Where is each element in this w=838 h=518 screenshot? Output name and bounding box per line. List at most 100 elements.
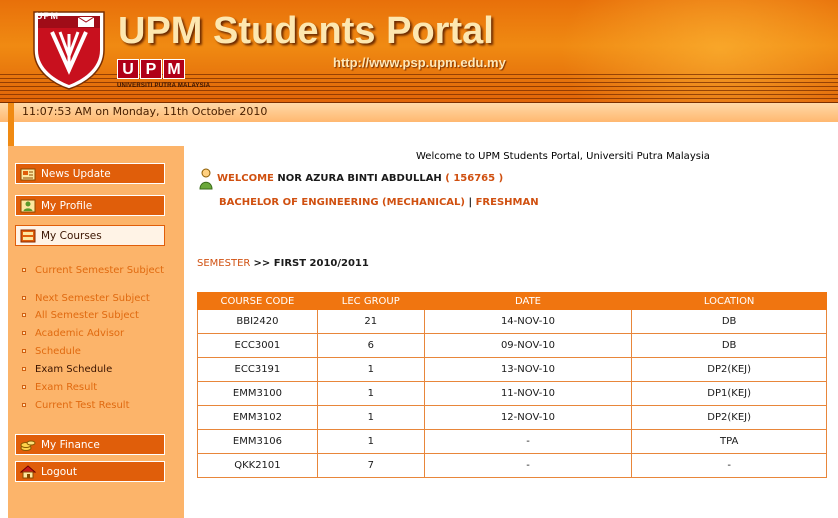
bullet-icon [22,296,26,300]
lec-group-cell: 1 [316,381,425,406]
logo-small-text: UPM [36,11,59,21]
submenu-next-semester-subject[interactable]: Next Semester Subject [20,293,184,307]
date-bar: 11:07:53 AM on Monday, 11th October 2010 [0,102,838,147]
table-row: QKK2101 7 - - [197,453,827,478]
badge-letter: M [163,59,185,79]
welcome-label: WELCOME [217,173,274,184]
submenu-label: Exam Result [35,382,98,393]
my-finance-button[interactable]: My Finance [15,434,165,455]
submenu-label: All Semester Subject [35,310,139,321]
date-cell: - [423,453,633,478]
semester-value: >> FIRST 2010/2011 [253,258,369,269]
logout-button[interactable]: Logout [15,461,165,482]
date-cell: - [423,429,633,454]
lec-group-cell: 6 [316,333,425,358]
semester-line: SEMESTER >> FIRST 2010/2011 [197,258,369,269]
my-profile-button[interactable]: My Profile [15,195,165,216]
welcome-line: WELCOME NOR AZURA BINTI ABDULLAH ( 15676… [217,173,503,184]
bullet-icon [22,385,26,389]
badge-letter: P [140,59,162,79]
table-header-row: COURSE CODE LEC GROUP DATE LOCATION [197,292,827,310]
location-cell: - [631,453,827,478]
bullet-icon [22,367,26,371]
my-courses-label: My Courses [41,229,102,242]
submenu-label: Current Test Result [35,400,130,411]
coins-icon [20,440,36,451]
logout-label: Logout [41,465,77,478]
date-cell: 11-NOV-10 [423,381,633,406]
course-code-cell: ECC3191 [197,357,318,382]
course-code-cell: EMM3100 [197,381,318,406]
table-row: ECC3001 6 09-NOV-10 DB [197,333,827,358]
user-icon [199,168,213,190]
lec-group-cell: 1 [316,429,425,454]
date-cell: 09-NOV-10 [423,333,633,358]
bullet-icon [22,349,26,353]
my-profile-label: My Profile [41,199,93,212]
courses-icon [20,229,36,242]
lec-group-cell: 1 [316,405,425,430]
current-datetime: 11:07:53 AM on Monday, 11th October 2010 [22,105,268,118]
location-cell: DP2(KEJ) [631,405,827,430]
submenu-exam-schedule[interactable]: Exam Schedule [20,364,184,378]
table-row: EMM3100 1 11-NOV-10 DP1(KEJ) [197,381,827,406]
header-stripe [0,90,838,91]
welcome-message: Welcome to UPM Students Portal, Universi… [416,151,710,162]
sidebar: News Update My Profile My Courses Curren… [8,146,184,518]
column-header-date: DATE [423,292,633,310]
submenu-current-test-result[interactable]: Current Test Result [20,400,184,414]
header-stripe [0,98,838,99]
course-code-cell: EMM3106 [197,429,318,454]
home-icon [20,464,36,478]
newspaper-icon [20,168,36,180]
table-row: BBI2420 21 14-NOV-10 DB [197,309,827,334]
upm-badge: U P M [117,59,185,79]
course-code-cell: QKK2101 [197,453,318,478]
date-cell: 12-NOV-10 [423,405,633,430]
program-name: BACHELOR OF ENGINEERING (MECHANICAL) [219,197,465,208]
news-update-button[interactable]: News Update [15,163,165,184]
my-courses-button[interactable]: My Courses [15,225,165,246]
header-banner: UPM U P M UNIVERSITI PUTRA MALAYSIA UPM … [0,0,838,102]
course-code-cell: EMM3102 [197,405,318,430]
column-header-course-code: COURSE CODE [197,292,318,310]
location-cell: DB [631,309,827,334]
submenu-label: Current Semester Subject [35,265,165,276]
bullet-icon [22,268,26,272]
my-finance-label: My Finance [41,438,100,451]
exam-schedule-table: COURSE CODE LEC GROUP DATE LOCATION BBI2… [197,292,827,478]
upm-shield-logo [33,11,105,90]
date-bar-accent [8,103,14,147]
profile-icon [20,199,36,212]
program-line: BACHELOR OF ENGINEERING (MECHANICAL) | F… [219,197,539,208]
lec-group-cell: 7 [316,453,425,478]
submenu-label: Schedule [35,346,81,357]
courses-submenu: Current Semester Subject Next Semester S… [20,265,184,414]
header-stripe [0,94,838,95]
table-row: EMM3106 1 - TPA [197,429,827,454]
submenu-schedule[interactable]: Schedule [20,346,184,360]
submenu-current-semester-subject[interactable]: Current Semester Subject [20,265,184,289]
student-status: FRESHMAN [475,197,539,208]
program-separator: | [468,197,473,208]
submenu-academic-advisor[interactable]: Academic Advisor [20,328,184,342]
date-cell: 14-NOV-10 [423,309,633,334]
column-header-lec-group: LEC GROUP [316,292,425,310]
course-code-cell: ECC3001 [197,333,318,358]
submenu-label: Next Semester Subject [35,293,150,304]
table-row: EMM3102 1 12-NOV-10 DP2(KEJ) [197,405,827,430]
submenu-label: Academic Advisor [35,328,125,339]
column-header-location: LOCATION [631,292,827,310]
submenu-label: Exam Schedule [35,364,113,375]
university-name: UNIVERSITI PUTRA MALAYSIA [117,83,211,89]
lec-group-cell: 1 [316,357,425,382]
portal-title: UPM Students Portal [118,10,494,52]
bullet-icon [22,313,26,317]
course-code-cell: BBI2420 [197,309,318,334]
submenu-exam-result[interactable]: Exam Result [20,382,184,396]
submenu-all-semester-subject[interactable]: All Semester Subject [20,310,184,324]
location-cell: DP2(KEJ) [631,357,827,382]
semester-label: SEMESTER [197,258,251,269]
badge-letter: U [117,59,139,79]
portal-url[interactable]: http://www.psp.upm.edu.my [333,55,506,70]
